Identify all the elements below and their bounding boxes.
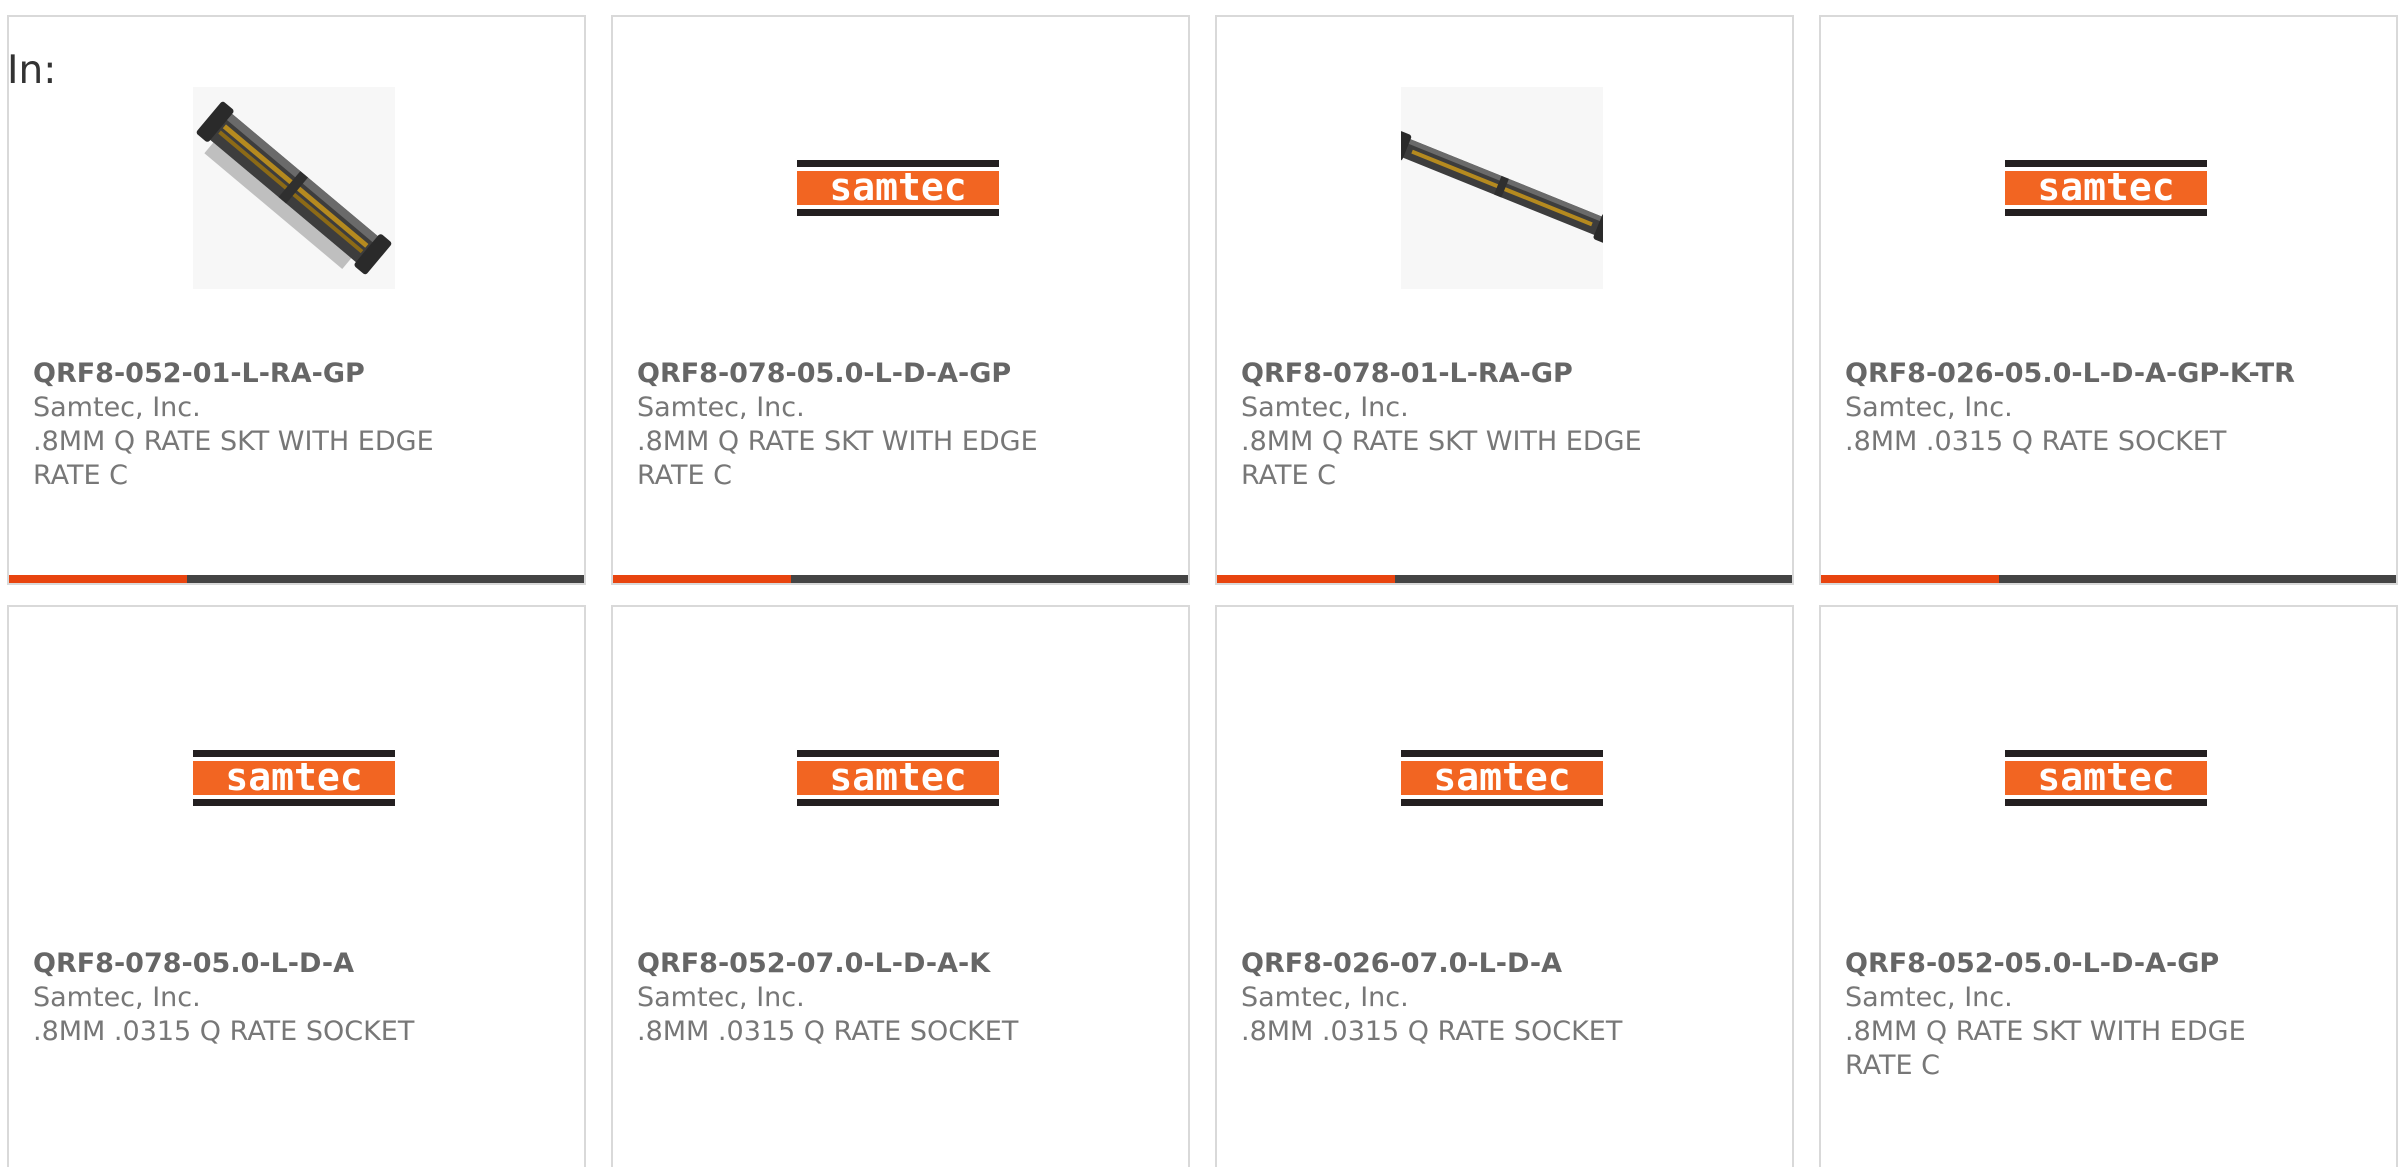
manufacturer: Samtec, Inc.: [1241, 392, 1409, 423]
product-image[interactable]: [1401, 87, 1603, 289]
accent-fill: [1217, 575, 1396, 583]
svg-text:samtec: samtec: [829, 165, 966, 209]
description: .8MM Q RATE SKT WITH EDGE RATE C: [33, 426, 434, 491]
card-accent-bar: [613, 575, 1188, 583]
svg-text:samtec: samtec: [2037, 165, 2174, 209]
card-accent-bar: [1217, 575, 1792, 583]
samtec-logo-icon: samtec: [2005, 160, 2207, 216]
results-page: In: QRF8-052-01-L-RA-GP Samtec, Inc. .8M…: [0, 0, 2400, 1167]
product-card[interactable]: samtec QRF8-052-05.0-L-D-A-GP Samtec, In…: [1819, 605, 2398, 1167]
product-image[interactable]: samtec: [1401, 677, 1603, 879]
manufacturer: Samtec, Inc.: [33, 392, 201, 423]
product-card[interactable]: samtec QRF8-026-05.0-L-D-A-GP-K-TR Samte…: [1819, 15, 2398, 585]
manufacturer: Samtec, Inc.: [1845, 982, 2013, 1013]
product-image[interactable]: samtec: [2005, 87, 2207, 289]
part-number[interactable]: QRF8-078-05.0-L-D-A-GP: [637, 357, 1164, 391]
description: .8MM Q RATE SKT WITH EDGE RATE C: [637, 426, 1038, 491]
product-grid: QRF8-052-01-L-RA-GP Samtec, Inc. .8MM Q …: [7, 15, 2398, 1167]
connector-photo-flat-icon: [1401, 87, 1603, 289]
samtec-logo-icon: samtec: [1401, 750, 1603, 806]
part-number[interactable]: QRF8-078-01-L-RA-GP: [1241, 357, 1768, 391]
product-card[interactable]: samtec QRF8-078-05.0-L-D-A-GP Samtec, In…: [611, 15, 1190, 585]
product-card[interactable]: samtec QRF8-052-07.0-L-D-A-K Samtec, Inc…: [611, 605, 1190, 1167]
description: .8MM .0315 Q RATE SOCKET: [33, 1016, 415, 1047]
description: .8MM .0315 Q RATE SOCKET: [1845, 426, 2227, 457]
part-number[interactable]: QRF8-052-07.0-L-D-A-K: [637, 947, 1164, 981]
accent-fill: [613, 575, 792, 583]
samtec-logo-icon: samtec: [2005, 750, 2207, 806]
svg-text:samtec: samtec: [1433, 755, 1570, 799]
part-number[interactable]: QRF8-078-05.0-L-D-A: [33, 947, 560, 981]
description: .8MM .0315 Q RATE SOCKET: [637, 1016, 1019, 1047]
product-card[interactable]: samtec QRF8-026-07.0-L-D-A Samtec, Inc. …: [1215, 605, 1794, 1167]
part-number[interactable]: QRF8-052-01-L-RA-GP: [33, 357, 560, 391]
filter-in-label: In:: [7, 48, 57, 93]
svg-text:samtec: samtec: [829, 755, 966, 799]
description: .8MM Q RATE SKT WITH EDGE RATE C: [1241, 426, 1642, 491]
product-image[interactable]: samtec: [2005, 677, 2207, 879]
svg-text:samtec: samtec: [2037, 755, 2174, 799]
product-image[interactable]: samtec: [797, 677, 999, 879]
card-accent-bar: [1821, 575, 2396, 583]
manufacturer: Samtec, Inc.: [1241, 982, 1409, 1013]
manufacturer: Samtec, Inc.: [33, 982, 201, 1013]
manufacturer: Samtec, Inc.: [637, 392, 805, 423]
part-number[interactable]: QRF8-026-05.0-L-D-A-GP-K-TR: [1845, 357, 2372, 391]
product-card[interactable]: QRF8-078-01-L-RA-GP Samtec, Inc. .8MM Q …: [1215, 15, 1794, 585]
connector-photo-angled-icon: [193, 87, 395, 289]
description: .8MM Q RATE SKT WITH EDGE RATE C: [1845, 1016, 2246, 1081]
samtec-logo-icon: samtec: [797, 160, 999, 216]
svg-text:samtec: samtec: [225, 755, 362, 799]
product-image[interactable]: samtec: [797, 87, 999, 289]
product-card[interactable]: QRF8-052-01-L-RA-GP Samtec, Inc. .8MM Q …: [7, 15, 586, 585]
product-image[interactable]: [193, 87, 395, 289]
manufacturer: Samtec, Inc.: [1845, 392, 2013, 423]
part-number[interactable]: QRF8-052-05.0-L-D-A-GP: [1845, 947, 2372, 981]
accent-fill: [9, 575, 188, 583]
card-accent-bar: [9, 575, 584, 583]
manufacturer: Samtec, Inc.: [637, 982, 805, 1013]
description: .8MM .0315 Q RATE SOCKET: [1241, 1016, 1623, 1047]
part-number[interactable]: QRF8-026-07.0-L-D-A: [1241, 947, 1768, 981]
accent-fill: [1821, 575, 2000, 583]
samtec-logo-icon: samtec: [797, 750, 999, 806]
product-image[interactable]: samtec: [193, 677, 395, 879]
samtec-logo-icon: samtec: [193, 750, 395, 806]
product-card[interactable]: samtec QRF8-078-05.0-L-D-A Samtec, Inc. …: [7, 605, 586, 1167]
